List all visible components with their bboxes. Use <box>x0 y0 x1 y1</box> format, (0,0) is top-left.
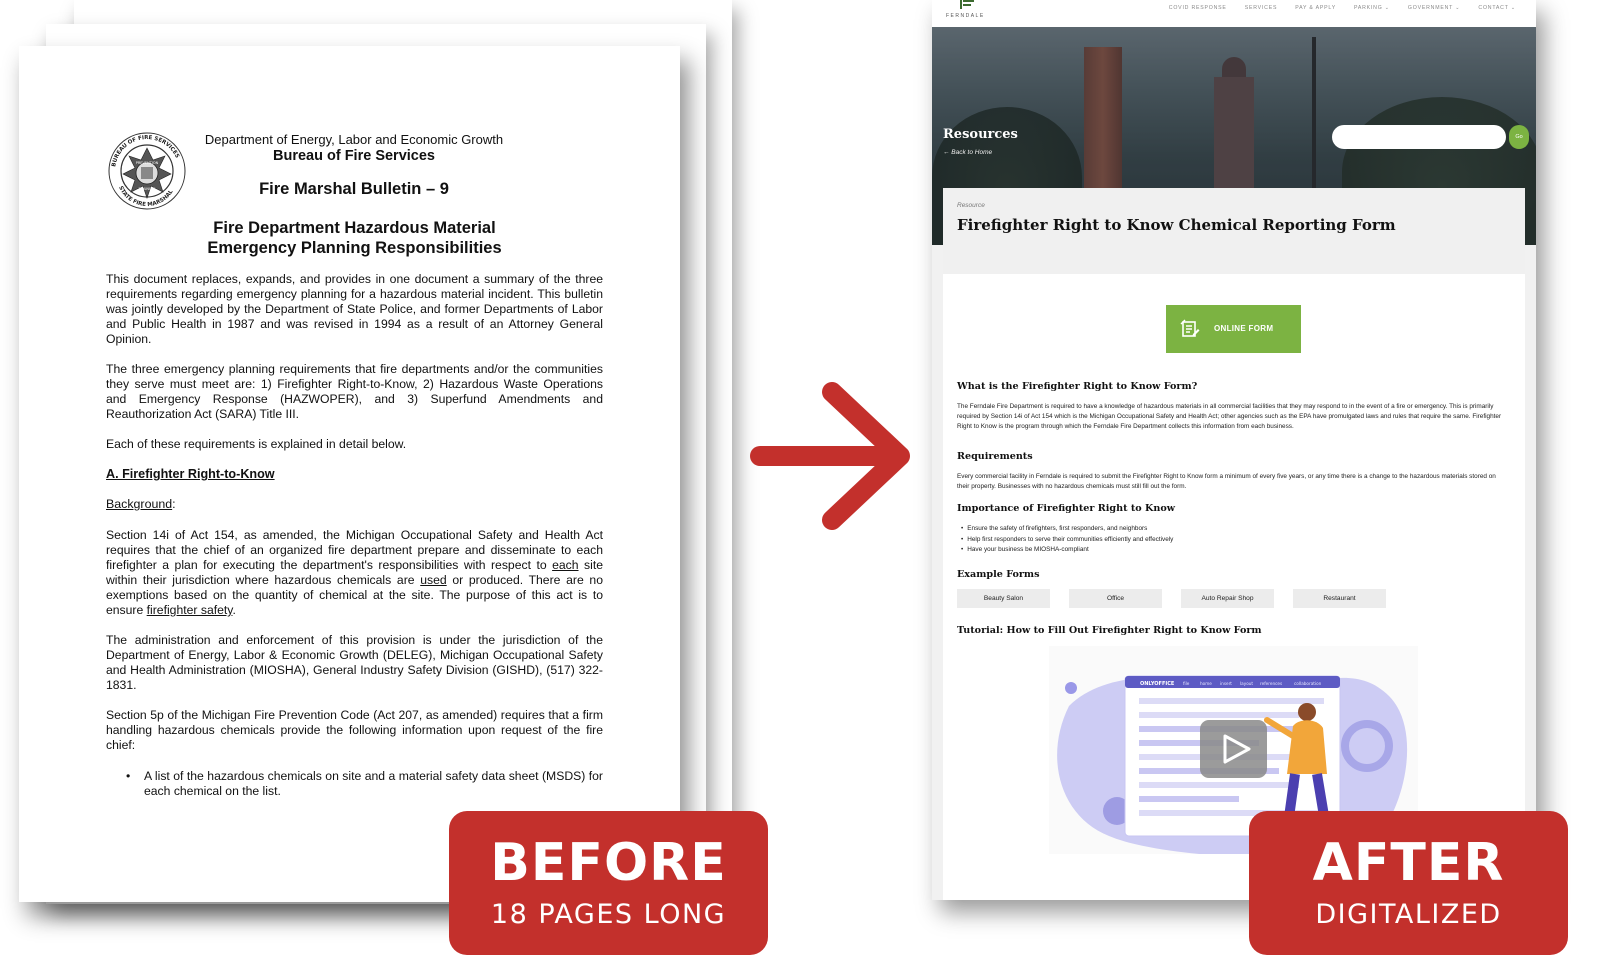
paragraph-requirements: Every commercial facility in Ferndale is… <box>957 473 1496 490</box>
form-document-icon <box>1180 319 1200 337</box>
video-menu-item: file <box>1183 681 1190 686</box>
resource-content-card: ONLINE FORM What is the Firefighter Righ… <box>943 274 1525 900</box>
example-auto-repair-shop-button[interactable]: Auto Repair Shop <box>1181 589 1274 608</box>
doc-paragraph-3: Each of these requirements is explained … <box>106 437 407 451</box>
search-go-button[interactable]: Go <box>1509 125 1529 149</box>
importance-item: Help first responders to serve their com… <box>961 535 1173 546</box>
background-subheading: Background: <box>106 497 176 511</box>
nav-pay-apply[interactable]: PAY & APPLY <box>1295 5 1336 11</box>
before-badge-title: BEFORE <box>490 833 727 893</box>
doc-paragraph-5: The administration and enforcement of th… <box>106 633 603 692</box>
video-menu-item: insert <box>1220 681 1232 686</box>
nav-contact[interactable]: CONTACT ⌄ <box>1478 5 1516 11</box>
paper-document: PREVENTION TRAINING BUREAU OF FIRE SERVI… <box>19 46 680 902</box>
bullet-dot: • <box>126 769 131 783</box>
emphasis-used: used <box>420 573 447 587</box>
resource-label: Resource <box>957 202 985 209</box>
department-name: Department of Energy, Labor and Economic… <box>204 132 504 147</box>
search-input[interactable] <box>1332 125 1506 149</box>
importance-item: Have your business be MIOSHA-compliant <box>961 545 1173 556</box>
nav-government[interactable]: GOVERNMENT ⌄ <box>1408 5 1460 11</box>
resource-header-card: Resource Firefighter Right to Know Chemi… <box>943 188 1525 274</box>
bulletin-number: Fire Marshal Bulletin – 9 <box>259 180 449 198</box>
doc-paragraph-4-part-1: Section 14i of Act 154, as amended, the … <box>106 528 603 572</box>
after-badge-title: AFTER <box>1312 833 1505 893</box>
doc-bullet-1-text: A list of the hazardous chemicals on sit… <box>144 769 603 798</box>
document-title-line-1: Fire Department Hazardous Material <box>213 219 496 237</box>
before-badge: BEFORE 18 PAGES LONG <box>449 811 768 955</box>
heading-importance: Importance of Firefighter Right to Know <box>957 503 1175 514</box>
website-screenshot: FERNDALE COVID RESPONSE SERVICES PAY & A… <box>932 0 1536 900</box>
emphasis-firefighter-safety: firefighter safety <box>146 603 233 617</box>
heading-example-forms: Example Forms <box>957 569 1040 580</box>
importance-list: Ensure the safety of firefighters, first… <box>961 524 1173 556</box>
nav-parking[interactable]: PARKING ⌄ <box>1354 5 1390 11</box>
doc-paragraph-6: Section 5p of the Michigan Fire Preventi… <box>106 708 603 752</box>
heading-what-is-form: What is the Firefighter Right to Know Fo… <box>957 381 1198 392</box>
doc-paragraph-1: This document replaces, expands, and pro… <box>106 272 603 346</box>
paragraph-what-is-form: The Ferndale Fire Department is required… <box>957 403 1502 430</box>
online-form-label: ONLINE FORM <box>1214 324 1274 333</box>
video-menu-item: home <box>1200 681 1212 686</box>
doc-paragraph-4-part-4: . <box>232 603 236 617</box>
doc-bullet-1: • A list of the hazardous chemicals on s… <box>126 769 603 799</box>
example-restaurant-button[interactable]: Restaurant <box>1293 589 1386 608</box>
video-menu-item: references <box>1260 681 1282 686</box>
nav-covid-response[interactable]: COVID RESPONSE <box>1169 5 1227 11</box>
example-office-button[interactable]: Office <box>1069 589 1162 608</box>
bureau-name: Bureau of Fire Services <box>273 148 435 164</box>
after-badge-subtitle: DIGITALIZED <box>1315 899 1502 930</box>
nav-links: COVID RESPONSE SERVICES PAY & APPLY PARK… <box>1169 5 1516 11</box>
video-menu-item: layout <box>1240 681 1253 686</box>
background-label: Background <box>106 497 173 511</box>
heading-tutorial: Tutorial: How to Fill Out Firefighter Ri… <box>957 625 1262 636</box>
importance-item: Ensure the safety of firefighters, first… <box>961 524 1173 535</box>
document-title-line-2: Emergency Planning Responsibilities <box>207 239 502 257</box>
site-navbar: FERNDALE COVID RESPONSE SERVICES PAY & A… <box>932 0 1536 27</box>
back-to-home-link[interactable]: ← Back to Home <box>943 149 992 156</box>
svg-text:TRAINING: TRAINING <box>138 187 156 191</box>
online-form-button[interactable]: ONLINE FORM <box>1166 305 1301 353</box>
page-title: Firefighter Right to Know Chemical Repor… <box>957 216 1396 234</box>
heading-requirements: Requirements <box>957 451 1033 462</box>
ferndale-logo[interactable]: FERNDALE <box>946 0 996 24</box>
video-menu-item: collaboration <box>1294 681 1322 686</box>
doc-paragraph-2: The three emergency planning requirement… <box>106 362 603 421</box>
doc-paragraph-4: Section 14i of Act 154, as amended, the … <box>106 528 603 618</box>
section-a-heading: A. Firefighter Right-to-Know <box>106 467 275 481</box>
logo-wordmark: FERNDALE <box>946 13 985 19</box>
ferndale-logo-mark-icon <box>960 0 974 9</box>
nav-services[interactable]: SERVICES <box>1245 5 1278 11</box>
document-title: Fire Department Hazardous Material Emerg… <box>106 218 603 258</box>
before-badge-subtitle: 18 PAGES LONG <box>490 899 727 930</box>
after-badge: AFTER DIGITALIZED <box>1249 811 1568 955</box>
svg-text:PREVENTION: PREVENTION <box>136 161 159 165</box>
example-beauty-salon-button[interactable]: Beauty Salon <box>957 589 1050 608</box>
emphasis-each: each <box>552 558 579 572</box>
video-app-brand: ONLYOFFICE <box>1140 681 1175 687</box>
right-arrow-icon <box>750 382 910 530</box>
hero-title: Resources <box>943 127 1018 142</box>
